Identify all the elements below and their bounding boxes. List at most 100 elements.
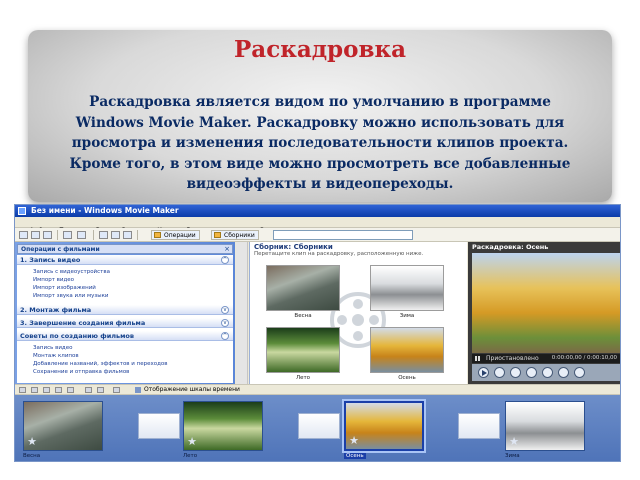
task-link[interactable]: Запись с видеоустройства xyxy=(33,269,110,275)
task-section-label: Советы по созданию фильмов xyxy=(20,332,135,340)
clip-label: Осень xyxy=(398,375,416,381)
tasks-pane-body: 1. Запись видео ^ Запись с видеоустройст… xyxy=(17,255,233,383)
storyboard-clip-winter[interactable]: ★ xyxy=(505,401,585,451)
tasks-pane: Операции с фильмами × 1. Запись видео ^ … xyxy=(15,242,235,384)
snapshot-button[interactable] xyxy=(574,367,585,378)
storyboard-clip-label-selected: Осень xyxy=(344,453,366,459)
monitor-title: Раскадровка: Осень xyxy=(472,243,549,251)
show-timeline-label: Отображение шкалы времени xyxy=(144,386,240,393)
save-project-icon[interactable] xyxy=(43,231,52,239)
video-effect-star-icon[interactable]: ★ xyxy=(508,436,520,448)
tasks-pane-title: Операции с фильмами xyxy=(21,246,100,253)
split-clip-button[interactable] xyxy=(558,367,569,378)
collections-dropdown[interactable] xyxy=(273,230,413,240)
close-icon[interactable]: × xyxy=(224,245,230,253)
undo-icon[interactable] xyxy=(63,231,72,239)
storyboard-clip-summer[interactable]: ★ xyxy=(183,401,263,451)
collections-tree-strip xyxy=(236,242,248,384)
copy-icon[interactable] xyxy=(99,231,108,239)
chevron-down-icon[interactable]: v xyxy=(221,319,229,327)
transition-slot[interactable] xyxy=(298,413,340,439)
task-link[interactable]: Добавление названий, эффектов и переходо… xyxy=(33,361,168,367)
stop-button[interactable] xyxy=(494,367,505,378)
zoom-in-icon[interactable] xyxy=(31,387,38,393)
playback-time: 0:00:00,00 / 0:00:10,00 xyxy=(551,355,617,361)
menu-bar: ФайлПравкаВидСервисКлипВоспроизведениеСп… xyxy=(15,217,620,234)
collection-hint: Перетащите клип на раскадровку, располож… xyxy=(254,251,424,257)
storyboard: ★ ★ ★ ★ Весна Лето Осень Зима xyxy=(15,395,620,461)
slide-text-line: Раскадровка является видом по умолчанию … xyxy=(89,94,551,110)
chevron-up-icon[interactable]: ^ xyxy=(221,256,229,264)
task-section-label: 3. Завершение создания фильма xyxy=(20,319,146,327)
rotate-icon[interactable] xyxy=(113,387,120,393)
clip-thumbnail-autumn[interactable] xyxy=(370,327,444,373)
show-timeline-button[interactable]: Отображение шкалы времени xyxy=(135,386,240,393)
clip-thumbnail-winter[interactable] xyxy=(370,265,444,311)
collection-title: Сборник: Сборники xyxy=(254,243,333,251)
toolbar-divider xyxy=(137,230,138,240)
task-section-finish[interactable]: 3. Завершение создания фильма v xyxy=(17,318,233,328)
task-link[interactable]: Сохранение и отправка фильмов xyxy=(33,369,129,375)
task-section-edit[interactable]: 2. Монтаж фильма v xyxy=(17,305,233,315)
slide-text-line: Windows Movie Maker. Раскадровку можно и… xyxy=(75,114,565,131)
transition-slot[interactable] xyxy=(458,413,500,439)
new-project-icon[interactable] xyxy=(19,231,28,239)
window-title: Без имени - Windows Movie Maker xyxy=(31,206,179,215)
storyboard-clip-label: Зима xyxy=(505,453,520,459)
preview-screen xyxy=(472,253,620,353)
collections-button[interactable]: Сборники xyxy=(211,230,259,240)
narrate-icon[interactable] xyxy=(85,387,92,393)
collections-button-label: Сборники xyxy=(224,232,255,239)
storyboard-clip-spring[interactable]: ★ xyxy=(23,401,103,451)
task-link[interactable]: Импорт видео xyxy=(33,277,74,283)
delete-icon[interactable] xyxy=(123,231,132,239)
task-link[interactable]: Импорт изображений xyxy=(33,285,96,291)
clip-label: Лето xyxy=(295,375,311,381)
next-frame-button[interactable] xyxy=(526,367,537,378)
paste-icon[interactable] xyxy=(111,231,120,239)
play-button[interactable] xyxy=(478,367,489,378)
fullscreen-button[interactable] xyxy=(542,367,553,378)
storyboard-clip-autumn[interactable]: ★ xyxy=(344,401,424,451)
tasks-button[interactable]: Операции xyxy=(151,230,200,240)
task-section-tips[interactable]: Советы по созданию фильмов ^ xyxy=(17,331,233,341)
preview-monitor: Раскадровка: Осень Приостановлено 0:00:0… xyxy=(468,242,620,384)
toolbar-divider xyxy=(93,230,94,240)
previous-frame-button[interactable] xyxy=(510,367,521,378)
tasks-button-label: Операции xyxy=(164,232,196,239)
zoom-out-icon[interactable] xyxy=(43,387,50,393)
chevron-up-icon[interactable]: ^ xyxy=(221,332,229,340)
slide-text-line: видеоэффекты и видеопереходы. xyxy=(186,176,454,192)
title-bar: Без имени - Windows Movie Maker xyxy=(15,205,620,217)
task-section-capture[interactable]: 1. Запись видео ^ xyxy=(17,255,233,265)
storyboard-toolbar: Отображение шкалы времени xyxy=(15,384,620,395)
playback-controls xyxy=(472,364,620,381)
audio-levels-icon[interactable] xyxy=(97,387,104,393)
task-link[interactable]: Запись видео xyxy=(33,345,72,351)
open-project-icon[interactable] xyxy=(31,231,40,239)
redo-icon[interactable] xyxy=(77,231,86,239)
clip-label: Зима xyxy=(399,313,415,319)
rewind-icon[interactable] xyxy=(55,387,62,393)
chevron-down-icon[interactable]: v xyxy=(221,306,229,314)
collections-icon xyxy=(214,232,221,238)
pause-icon xyxy=(475,356,480,361)
play-storyboard-icon[interactable] xyxy=(67,387,74,393)
video-effect-star-icon[interactable]: ★ xyxy=(186,436,198,448)
collection-panel: Сборник: Сборники Перетащите клип на рас… xyxy=(249,242,467,384)
task-link[interactable]: Импорт звука или музыки xyxy=(33,293,109,299)
video-effect-star-icon[interactable]: ★ xyxy=(26,436,38,448)
slide-description: Раскадровка является видом по умолчанию … xyxy=(52,92,588,195)
task-link[interactable]: Монтаж клипов xyxy=(33,353,79,359)
transition-slot[interactable] xyxy=(138,413,180,439)
playback-status-text: Приостановлено xyxy=(486,355,539,362)
timeline-icon xyxy=(135,387,141,393)
clip-thumbnail-spring[interactable] xyxy=(266,265,340,311)
clip-thumbnail-summer[interactable] xyxy=(266,327,340,373)
task-section-label: 2. Монтаж фильма xyxy=(20,306,92,314)
slide-text-line: просмотра и изменения последовательности… xyxy=(71,135,569,151)
slide-text-line: Кроме того, в этом виде можно просмотрет… xyxy=(69,155,571,172)
audio-icon[interactable] xyxy=(19,387,26,393)
playback-status: Приостановлено 0:00:00,00 / 0:00:10,00 xyxy=(472,354,620,363)
video-effect-star-icon[interactable]: ★ xyxy=(348,435,360,447)
